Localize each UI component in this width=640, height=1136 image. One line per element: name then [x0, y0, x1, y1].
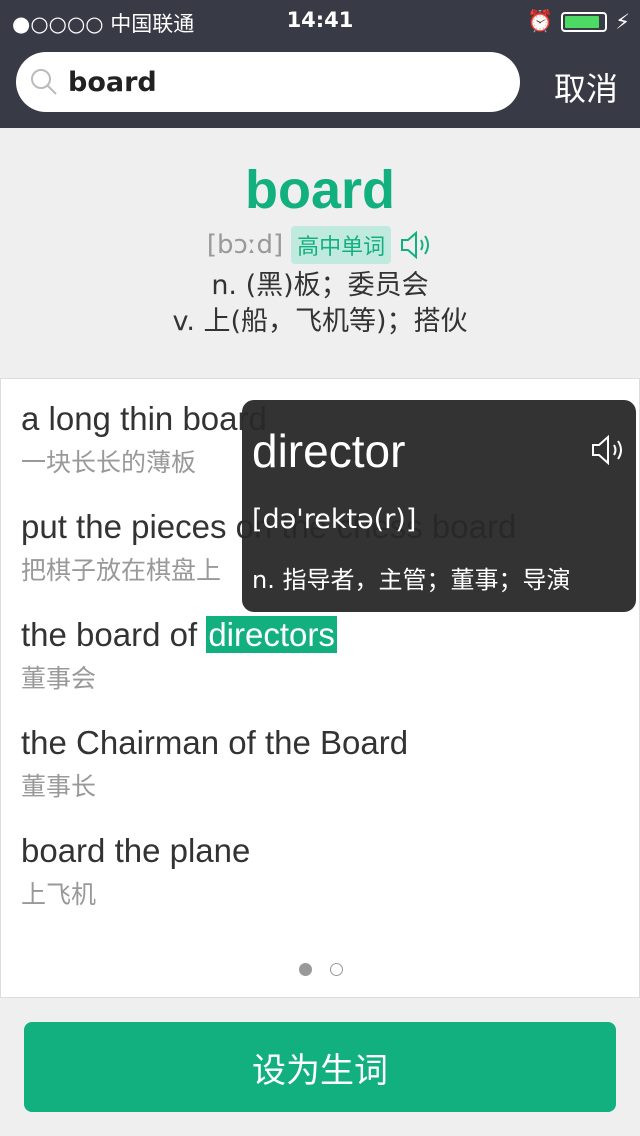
popup-definition: n. 指导者，主管；董事；导演	[252, 566, 571, 594]
definition: n. (黑)板；委员会	[211, 270, 429, 301]
headword: board	[244, 160, 395, 220]
word-popup[interactable]: director [də'rektə(r)] n. 指导者，主管；董事；导演	[242, 400, 636, 612]
search-field[interactable]	[16, 52, 520, 112]
speaker-icon[interactable]	[590, 434, 626, 466]
charging-icon: ⚡	[615, 9, 630, 34]
level-tag: 高中单词	[291, 226, 392, 264]
definition: v. 上(船，飞机等)；搭伙	[172, 306, 468, 337]
cancel-button[interactable]: 取消	[554, 64, 618, 110]
phonetic: [bɔːd]	[206, 230, 284, 260]
alarm-icon: ⏰	[527, 9, 554, 33]
header-bar: ●○○○○ 中国联通 14:41 ⏰ ⚡ 取消	[0, 0, 640, 128]
page-dot-active[interactable]	[299, 963, 312, 976]
status-bar: ●○○○○ 中国联通 14:41 ⏰ ⚡	[0, 0, 640, 40]
example-en: a long thin board	[21, 400, 267, 437]
page-indicator[interactable]	[1, 963, 640, 976]
add-to-wordbook-button[interactable]: 设为生词	[24, 1022, 616, 1112]
popup-word: director	[252, 425, 406, 477]
search-icon	[31, 69, 57, 95]
example-item[interactable]: board the plane 上飞机	[21, 831, 250, 911]
example-cn: 一块长长的薄板	[21, 448, 197, 477]
battery-icon	[561, 11, 608, 32]
example-item[interactable]: the Chairman of the Board 董事长	[21, 723, 408, 803]
example-item[interactable]: the board of directors 董事会	[21, 615, 337, 695]
example-en: board the plane	[21, 832, 251, 869]
search-input[interactable]	[68, 66, 488, 98]
word-entry: board [bɔːd] 高中单词 n. (黑)板；委员会 v. 上(船，飞机等…	[0, 128, 640, 378]
example-en: the Chairman of the Board	[21, 724, 409, 761]
popup-phonetic: [də'rektə(r)]	[252, 504, 417, 535]
example-cn: 上飞机	[21, 880, 97, 909]
example-en: the board of directors	[21, 615, 337, 655]
highlighted-word[interactable]: directors	[206, 616, 337, 653]
example-cn: 董事长	[21, 772, 97, 801]
example-cn: 董事会	[21, 664, 97, 693]
page-dot[interactable]	[330, 963, 343, 976]
speaker-icon[interactable]	[399, 230, 433, 260]
example-item[interactable]: a long thin board 一块长长的薄板	[21, 399, 267, 479]
example-text: the board of	[21, 616, 207, 653]
